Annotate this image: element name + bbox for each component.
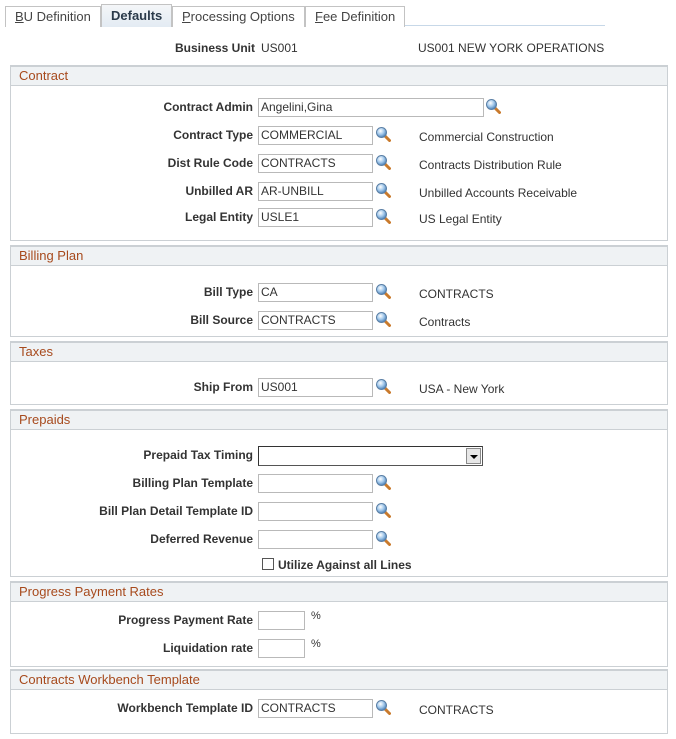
magnifier-lookup-icon[interactable] [375, 283, 391, 299]
taxes-section: Taxes Ship From US001 USA - New York [10, 341, 668, 405]
dist-rule-code-input[interactable]: CONTRACTS [258, 154, 373, 173]
workbench-template-row: Workbench Template ID CONTRACTS CONTRACT… [11, 699, 667, 719]
business-unit-description: US001 NEW YORK OPERATIONS [418, 41, 605, 55]
prepaid-tax-timing-row: Prepaid Tax Timing [11, 446, 667, 466]
bill-source-input[interactable]: CONTRACTS [258, 311, 373, 330]
bill-source-row: Bill Source CONTRACTS Contracts [11, 311, 667, 331]
field-description: Contracts [419, 315, 471, 329]
tab-bar: BU Definition Defaults Processing Option… [5, 4, 605, 27]
legal-entity-row: Legal Entity USLE1 US Legal Entity [11, 208, 667, 228]
contract-admin-input[interactable]: Angelini,Gina [258, 98, 484, 117]
field-label: Bill Type [203, 285, 253, 299]
contract-type-input[interactable]: COMMERCIAL [258, 126, 373, 145]
billing-plan-section: Billing Plan Bill Type CA CONTRACTS Bill… [10, 245, 668, 337]
magnifier-lookup-icon[interactable] [485, 98, 501, 114]
magnifier-lookup-icon[interactable] [375, 530, 391, 546]
field-label: Bill Plan Detail Template ID [99, 504, 253, 518]
tab-defaults[interactable]: Defaults [101, 4, 173, 27]
bill-type-input[interactable]: CA [258, 283, 373, 302]
field-label: Dist Rule Code [167, 156, 253, 170]
tab-processing-options[interactable]: Processing Options [172, 6, 305, 27]
tab-bu-definition[interactable]: BU Definition [5, 6, 101, 27]
liquidation-rate-row: Liquidation rate % [11, 638, 667, 659]
field-label: Ship From [193, 380, 253, 394]
field-label: Billing Plan Template [132, 476, 253, 490]
magnifier-lookup-icon[interactable] [375, 154, 391, 170]
section-title: Contract [11, 65, 667, 86]
field-label: Unbilled AR [185, 184, 253, 198]
bill-type-row: Bill Type CA CONTRACTS [11, 283, 667, 303]
unbilled-ar-row: Unbilled AR AR-UNBILL Unbilled Accounts … [11, 182, 667, 202]
deferred-revenue-input[interactable] [258, 530, 373, 549]
deferred-revenue-row: Deferred Revenue [11, 530, 667, 550]
section-title: Progress Payment Rates [11, 581, 667, 602]
field-description: Contracts Distribution Rule [419, 158, 562, 172]
tab-label: Defaults [111, 8, 163, 23]
field-description: Unbilled Accounts Receivable [419, 186, 578, 200]
magnifier-lookup-icon[interactable] [375, 474, 391, 490]
field-description: Commercial Construction [419, 130, 554, 144]
utilize-against-all-lines-checkbox[interactable] [262, 558, 274, 570]
magnifier-lookup-icon[interactable] [375, 699, 391, 715]
progress-payment-rate-input[interactable] [258, 611, 305, 630]
prepaid-tax-timing-select[interactable] [258, 446, 483, 466]
field-label: Contract Admin [163, 100, 253, 114]
field-label: Progress Payment Rate [118, 613, 253, 627]
field-label: Legal Entity [184, 210, 253, 224]
magnifier-lookup-icon[interactable] [375, 208, 391, 224]
prepaids-section: Prepaids Prepaid Tax Timing Billing Plan… [10, 409, 668, 577]
magnifier-lookup-icon[interactable] [375, 126, 391, 142]
tab-accesskey: P [182, 9, 191, 24]
magnifier-lookup-icon[interactable] [375, 378, 391, 394]
billing-plan-template-row: Billing Plan Template [11, 474, 667, 494]
field-description: CONTRACTS [419, 703, 494, 717]
magnifier-lookup-icon[interactable] [375, 311, 391, 327]
contract-type-row: Contract Type COMMERCIAL Commercial Cons… [11, 126, 667, 146]
section-title: Contracts Workbench Template [11, 669, 667, 690]
dist-rule-code-row: Dist Rule Code CONTRACTS Contracts Distr… [11, 154, 667, 174]
tab-fee-definition[interactable]: Fee Definition [305, 6, 406, 27]
section-title: Taxes [11, 341, 667, 362]
bill-plan-detail-template-input[interactable] [258, 502, 373, 521]
field-label: Workbench Template ID [117, 701, 253, 715]
magnifier-lookup-icon[interactable] [375, 502, 391, 518]
ship-from-row: Ship From US001 USA - New York [11, 378, 667, 398]
field-description: USA - New York [419, 382, 505, 396]
progress-payment-rates-section: Progress Payment Rates Progress Payment … [10, 581, 668, 667]
field-label: Prepaid Tax Timing [143, 448, 253, 462]
magnifier-lookup-icon[interactable] [375, 182, 391, 198]
field-description: CONTRACTS [419, 287, 494, 301]
progress-payment-rate-row: Progress Payment Rate % [11, 610, 667, 631]
workbench-template-section: Contracts Workbench Template Workbench T… [10, 669, 668, 734]
field-description: US Legal Entity [419, 212, 502, 226]
field-label: Liquidation rate [163, 641, 253, 655]
unbilled-ar-input[interactable]: AR-UNBILL [258, 182, 373, 201]
chevron-down-icon[interactable] [466, 448, 481, 464]
tab-accesskey: F [315, 9, 323, 24]
ship-from-input[interactable]: US001 [258, 378, 373, 397]
bill-plan-detail-template-row: Bill Plan Detail Template ID [11, 502, 667, 522]
field-label: Deferred Revenue [150, 532, 253, 546]
workbench-template-input[interactable]: CONTRACTS [258, 699, 373, 718]
business-unit-label: Business Unit [174, 41, 255, 55]
section-title: Prepaids [11, 409, 667, 430]
contract-section: Contract Contract Admin Angelini,Gina Co… [10, 65, 668, 241]
section-title: Billing Plan [11, 245, 667, 266]
billing-plan-template-input[interactable] [258, 474, 373, 493]
percent-unit: % [311, 638, 321, 650]
checkbox-label: Utilize Against all Lines [278, 558, 412, 572]
contract-admin-row: Contract Admin Angelini,Gina [11, 98, 667, 118]
field-label: Bill Source [190, 313, 253, 327]
field-label: Contract Type [173, 128, 253, 142]
liquidation-rate-input[interactable] [258, 639, 305, 658]
tab-label: U Definition [23, 9, 91, 24]
business-unit-value: US001 [261, 41, 298, 55]
tab-accesskey: B [15, 9, 24, 24]
legal-entity-input[interactable]: USLE1 [258, 208, 373, 227]
percent-unit: % [311, 610, 321, 622]
tab-label: rocessing Options [190, 9, 295, 24]
utilize-against-all-lines-row: Utilize Against all Lines [11, 556, 667, 576]
tab-label: ee Definition [322, 9, 396, 24]
